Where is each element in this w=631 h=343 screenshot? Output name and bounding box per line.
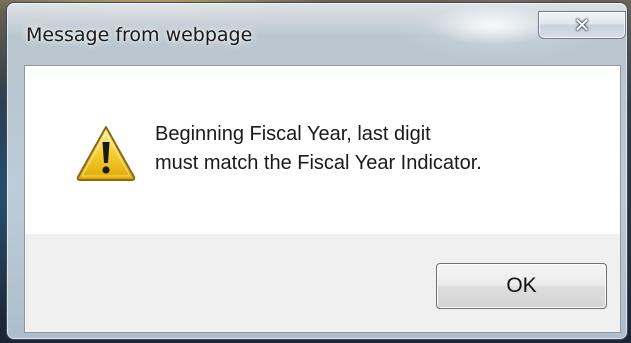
message-pane: Beginning Fiscal Year, last digit must m… [25,66,620,234]
warning-icon [76,126,136,181]
close-button[interactable]: ✕ [538,11,626,39]
message-text: Beginning Fiscal Year, last digit must m… [155,120,482,178]
message-line-2: must match the Fiscal Year Indicator. [155,152,482,174]
ok-button[interactable]: OK [436,263,607,309]
dialog-client-area: Beginning Fiscal Year, last digit must m… [24,65,621,333]
screen: Message from webpage ✕ Beginning Fiscal … [0,0,631,343]
message-line-1: Beginning Fiscal Year, last digit [155,123,431,145]
close-icon: ✕ [573,13,591,37]
message-dialog: Message from webpage ✕ Beginning Fiscal … [6,2,628,340]
button-row: OK [25,234,620,332]
dialog-title: Message from webpage [26,24,253,46]
